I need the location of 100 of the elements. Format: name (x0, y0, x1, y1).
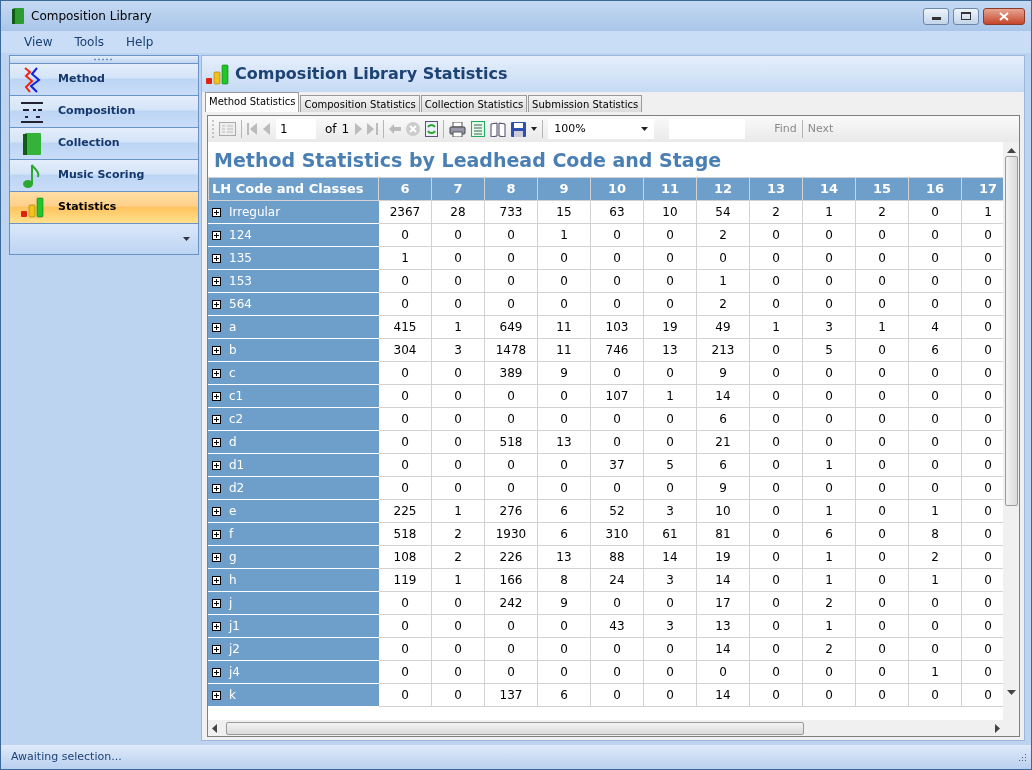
table-cell: 49 (696, 315, 750, 339)
table-cell: 0 (590, 292, 644, 316)
tab[interactable]: Collection Statistics (420, 95, 528, 112)
table-cell: 2 (749, 200, 803, 224)
close-button[interactable] (983, 7, 1025, 25)
expand-icon[interactable] (212, 690, 221, 700)
scroll-right-icon[interactable] (995, 723, 1001, 733)
table-cell: 63 (590, 200, 644, 224)
row-label: 124 (229, 227, 252, 244)
table-cell: 1 (802, 614, 856, 638)
tab[interactable]: Composition Statistics (300, 95, 420, 112)
expand-icon[interactable] (212, 322, 221, 332)
close-icon (999, 11, 1009, 21)
tab[interactable]: Submission Statistics (528, 95, 643, 112)
table-cell: 11 (537, 338, 591, 362)
expand-icon[interactable] (212, 575, 221, 585)
table-cell: 389 (484, 361, 538, 385)
table-cell: 0 (537, 660, 591, 684)
caret-icon[interactable] (531, 127, 538, 131)
refresh-icon[interactable] (425, 121, 439, 137)
scroll-up-icon[interactable] (1006, 148, 1016, 154)
save-icon[interactable] (511, 121, 527, 137)
expand-icon[interactable] (212, 230, 221, 240)
vertical-scrollbar[interactable] (1003, 142, 1019, 720)
expand-icon[interactable] (212, 253, 221, 263)
table-cell: 0 (537, 476, 591, 500)
table-cell: 0 (855, 384, 909, 408)
table-cell: 1 (908, 499, 962, 523)
table-cell: 166 (484, 568, 538, 592)
expand-icon[interactable] (212, 460, 221, 470)
page-number-field[interactable]: 1 (276, 119, 316, 139)
print-icon[interactable] (449, 121, 467, 137)
expand-icon[interactable] (212, 644, 221, 654)
table-cell: 0 (484, 246, 538, 270)
table-cell: 8 (908, 522, 962, 546)
scroll-down-icon[interactable] (1006, 690, 1016, 696)
expand-icon[interactable] (212, 276, 221, 286)
print-layout-icon[interactable] (471, 121, 486, 137)
menu-item[interactable]: View (15, 33, 62, 51)
table-cell: 0 (749, 407, 803, 431)
table-cell: 0 (908, 269, 962, 293)
table-cell: 2 (696, 292, 750, 316)
tab[interactable]: Method Statistics (205, 92, 300, 112)
table-cell: 0 (643, 637, 697, 661)
minimize-button[interactable] (923, 7, 949, 25)
row-label: d (229, 434, 237, 451)
column-header: 17 (961, 177, 1003, 201)
caret-icon[interactable] (183, 237, 190, 241)
sidebar-item[interactable]: Method (10, 64, 198, 96)
grip-icon[interactable] (93, 58, 115, 61)
table-cell: 54 (696, 200, 750, 224)
table-cell: 276 (484, 499, 538, 523)
table-cell: 119 (378, 568, 432, 592)
row-label: a (229, 319, 237, 336)
expand-icon[interactable] (212, 391, 221, 401)
scroll-left-icon[interactable] (212, 723, 218, 733)
expand-icon[interactable] (212, 207, 221, 217)
sidebar-item[interactable]: Composition (10, 96, 198, 128)
table-cell: 17 (696, 591, 750, 615)
table-cell: 0 (537, 292, 591, 316)
column-header: 11 (643, 177, 697, 201)
page-total: 1 (341, 121, 350, 138)
expand-icon[interactable] (212, 667, 221, 677)
expand-icon[interactable] (212, 414, 221, 424)
maximize-button[interactable] (953, 7, 979, 25)
expand-icon[interactable] (212, 598, 221, 608)
sidebar-item[interactable]: Collection (10, 128, 198, 160)
table-cell: 0 (749, 292, 803, 316)
expand-icon[interactable] (212, 368, 221, 378)
expand-icon[interactable] (212, 299, 221, 309)
table-cell: 0 (484, 223, 538, 247)
menu-item[interactable]: Help (117, 33, 163, 51)
sidebar-item[interactable]: Statistics (10, 192, 198, 224)
menu-item[interactable]: Tools (65, 33, 114, 51)
table-cell: 137 (484, 683, 538, 707)
expand-icon[interactable] (212, 529, 221, 539)
zoom-dropdown[interactable]: 100% (548, 119, 655, 139)
expand-icon[interactable] (212, 437, 221, 447)
row-label: c2 (229, 411, 244, 428)
table-cell: 0 (378, 660, 432, 684)
table-cell: 2 (431, 522, 485, 546)
expand-icon[interactable] (212, 506, 221, 516)
panel-title: Composition Library Statistics (235, 63, 508, 85)
table-cell: 0 (484, 407, 538, 431)
horizontal-scrollbar[interactable] (208, 720, 1019, 736)
expand-icon[interactable] (212, 552, 221, 562)
table-cell: 0 (431, 660, 485, 684)
resize-grip-icon[interactable] (1017, 752, 1027, 762)
table-cell: 0 (855, 338, 909, 362)
table-cell: 0 (378, 361, 432, 385)
table-cell: 0 (590, 246, 644, 270)
table-cell: 0 (855, 430, 909, 454)
sidebar-item[interactable]: Music Scoring (10, 160, 198, 192)
table-cell: 6 (908, 338, 962, 362)
expand-icon[interactable] (212, 621, 221, 631)
expand-icon[interactable] (212, 483, 221, 493)
table-cell: 13 (537, 545, 591, 569)
expand-icon[interactable] (212, 345, 221, 355)
column-header: 14 (802, 177, 856, 201)
page-setup-icon[interactable] (490, 121, 507, 137)
